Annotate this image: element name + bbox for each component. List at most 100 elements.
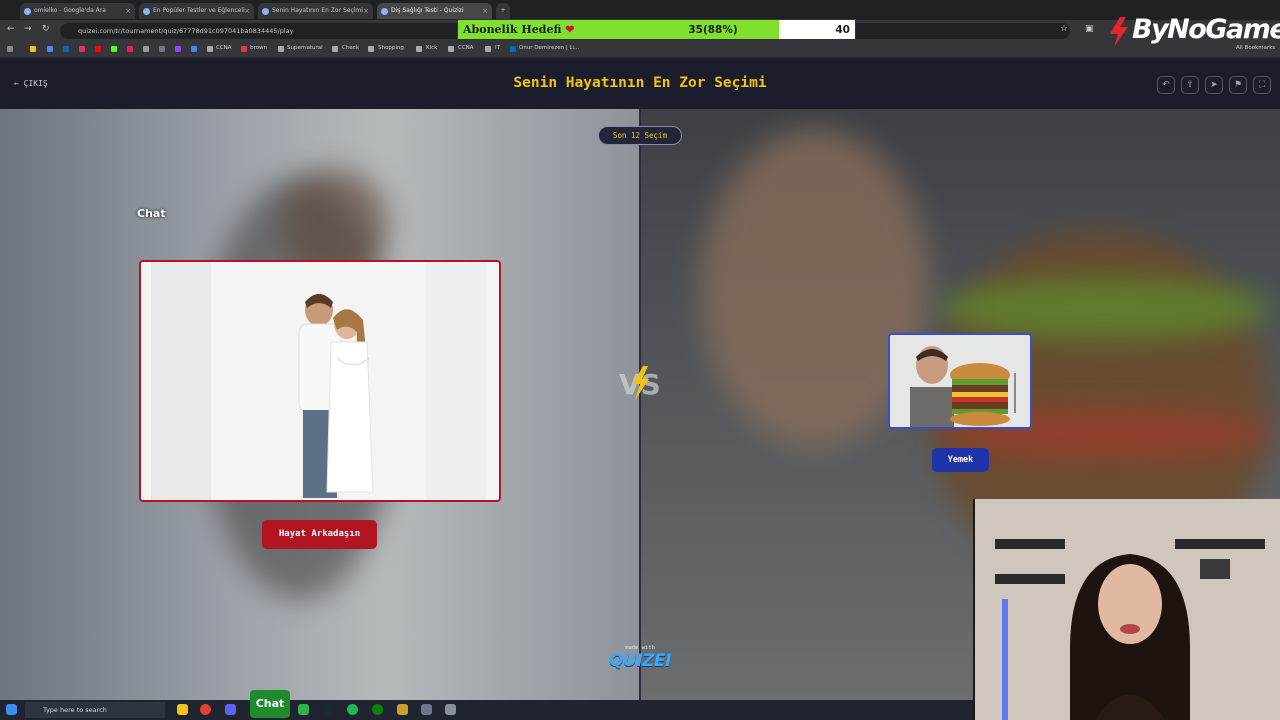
site-icon bbox=[143, 8, 150, 15]
share-button[interactable]: ⇪ bbox=[1181, 76, 1199, 94]
media-player-icon[interactable] bbox=[298, 704, 309, 715]
made-with-badge[interactable]: made with QUIZEI bbox=[609, 645, 671, 671]
fullscreen-icon: ⛶ bbox=[1258, 80, 1266, 90]
kick-icon[interactable] bbox=[111, 46, 117, 52]
browser-tab-3[interactable]: Senin Hayatının En Zor Seçimi × bbox=[258, 3, 373, 19]
url-text: quizei.com/tr/tournament/quiz/67778d91c0… bbox=[78, 27, 294, 35]
bookmark-icon[interactable] bbox=[47, 46, 53, 52]
linkedin-icon[interactable] bbox=[63, 46, 69, 52]
site-icon bbox=[262, 8, 269, 15]
bookmarks-bar: CCNA brown Supernatural Check Shopping K… bbox=[0, 42, 1280, 58]
close-icon[interactable]: × bbox=[244, 3, 250, 19]
star-icon[interactable]: ☆ bbox=[1060, 24, 1068, 34]
bookmark-icon[interactable] bbox=[159, 46, 165, 52]
spotify-icon[interactable] bbox=[347, 704, 358, 715]
goal-title: Abonelik Hedefi ❤ bbox=[463, 23, 575, 36]
bookmark-icon[interactable] bbox=[143, 46, 149, 52]
fullscreen-button[interactable]: ⛶ bbox=[1253, 76, 1271, 94]
windows-taskbar: Type here to search bbox=[0, 700, 973, 720]
tiktok-icon[interactable] bbox=[127, 46, 133, 52]
bynogame-logo-icon bbox=[1110, 17, 1128, 47]
tab-label: Senin Hayatının En Zor Seçimi bbox=[272, 7, 363, 14]
quiz-header: ← ÇIKIŞ Senin Hayatının En Zor Seçimi ↶ … bbox=[0, 59, 1280, 109]
webcam-feed bbox=[975, 499, 1280, 720]
goal-count: 35(88%) bbox=[688, 24, 738, 36]
twitch-icon[interactable] bbox=[175, 46, 181, 52]
bookmark-brown[interactable]: brown bbox=[250, 45, 267, 51]
bookmark-shopping[interactable]: Shopping bbox=[378, 45, 404, 51]
folder-icon bbox=[448, 46, 454, 52]
tab-label: En Popüler Testler ve Eğlenceli bbox=[153, 7, 245, 14]
taskbar-search[interactable]: Type here to search bbox=[25, 702, 165, 718]
left-option-card[interactable] bbox=[139, 260, 501, 502]
tab-label: omielko - Google'da Ara bbox=[34, 7, 106, 14]
undo-button[interactable]: ↶ bbox=[1157, 76, 1175, 94]
close-icon[interactable]: × bbox=[482, 3, 488, 19]
xbox-icon[interactable] bbox=[372, 704, 383, 715]
bookmark-kick[interactable]: Kick bbox=[426, 45, 437, 51]
windows-start-icon[interactable] bbox=[6, 704, 17, 715]
send-button[interactable]: ➤ bbox=[1205, 76, 1223, 94]
goal-title-text: Abonelik Hedefi bbox=[463, 23, 562, 36]
folder-icon bbox=[207, 46, 213, 52]
forward-icon[interactable]: → bbox=[24, 24, 32, 34]
left-option-button[interactable]: Hayat Arkadaşın bbox=[262, 520, 377, 549]
browser-tab-2[interactable]: En Popüler Testler ve Eğlenceli × bbox=[139, 3, 254, 19]
browser-tab-4[interactable]: Diş Sağlığı Testi - Quizizi × bbox=[377, 3, 492, 19]
file-explorer-icon[interactable] bbox=[177, 704, 188, 715]
browser-tab-bar: omielko - Google'da Ara × En Popüler Tes… bbox=[0, 0, 1280, 20]
discord-icon[interactable] bbox=[225, 704, 236, 715]
app-icon[interactable] bbox=[421, 704, 432, 715]
search-placeholder: Type here to search bbox=[43, 706, 107, 714]
bookmark-onur[interactable]: Onur Demirezen | Li... bbox=[519, 45, 579, 51]
bookmark-supernatural[interactable]: Supernatural bbox=[287, 45, 323, 51]
google-icon bbox=[24, 8, 31, 15]
browser-tab-1[interactable]: omielko - Google'da Ara × bbox=[20, 3, 135, 19]
back-icon[interactable]: ← bbox=[7, 24, 15, 34]
bookmark-it[interactable]: IT bbox=[495, 45, 500, 51]
all-bookmarks[interactable]: All Bookmarks bbox=[1236, 45, 1275, 51]
new-tab-button[interactable]: + bbox=[496, 3, 510, 19]
burger-image bbox=[890, 335, 1030, 427]
instagram-icon[interactable] bbox=[79, 46, 85, 52]
chat-overlay-label: Chat bbox=[137, 207, 166, 220]
close-icon[interactable]: × bbox=[125, 3, 131, 19]
chat-button[interactable]: Chat bbox=[250, 690, 290, 718]
bookmark-check[interactable]: Check bbox=[342, 45, 359, 51]
goal-target: 40 bbox=[835, 24, 850, 36]
lettuce-blur bbox=[940, 279, 1270, 339]
steam-icon[interactable] bbox=[322, 704, 333, 715]
bookmark-icon[interactable] bbox=[30, 46, 36, 52]
bookmark-icon bbox=[278, 46, 284, 52]
youtube-icon[interactable] bbox=[95, 46, 101, 52]
heart-icon: ❤ bbox=[565, 23, 575, 36]
folder-icon bbox=[485, 46, 491, 52]
settings-icon[interactable] bbox=[445, 704, 456, 715]
extension-icon[interactable]: ▣ bbox=[1085, 24, 1094, 34]
quizei-logo: QUIZEI bbox=[609, 651, 671, 671]
linkedin-icon bbox=[510, 46, 516, 52]
vs-icon: VS bbox=[619, 366, 661, 401]
close-icon[interactable]: × bbox=[363, 3, 369, 19]
streamer-logo: ByNoGame bbox=[1132, 14, 1280, 45]
flag-icon: ⚑ bbox=[1233, 80, 1243, 90]
tab-label: Diş Sağlığı Testi - Quizizi bbox=[391, 7, 464, 14]
bookmark-ccna-2[interactable]: CCNA bbox=[458, 45, 474, 51]
app-icon[interactable] bbox=[397, 704, 408, 715]
right-option-card[interactable] bbox=[888, 333, 1032, 429]
page-title: Senin Hayatının En Zor Seçimi bbox=[513, 75, 767, 91]
couple-image bbox=[141, 262, 499, 500]
apps-icon[interactable] bbox=[7, 46, 13, 52]
right-option-button[interactable]: Yemek bbox=[932, 448, 989, 472]
chrome-icon[interactable] bbox=[200, 704, 211, 715]
folder-icon bbox=[416, 46, 422, 52]
send-icon: ➤ bbox=[1210, 80, 1218, 90]
bookmark-icon[interactable] bbox=[191, 46, 197, 52]
folder-icon bbox=[368, 46, 374, 52]
flag-button[interactable]: ⚑ bbox=[1229, 76, 1247, 94]
share-icon: ⇪ bbox=[1186, 80, 1194, 90]
bookmark-ccna[interactable]: CCNA bbox=[216, 45, 232, 51]
webcam-overlay bbox=[973, 499, 1280, 720]
reload-icon[interactable]: ↻ bbox=[42, 24, 50, 34]
folder-icon bbox=[332, 46, 338, 52]
